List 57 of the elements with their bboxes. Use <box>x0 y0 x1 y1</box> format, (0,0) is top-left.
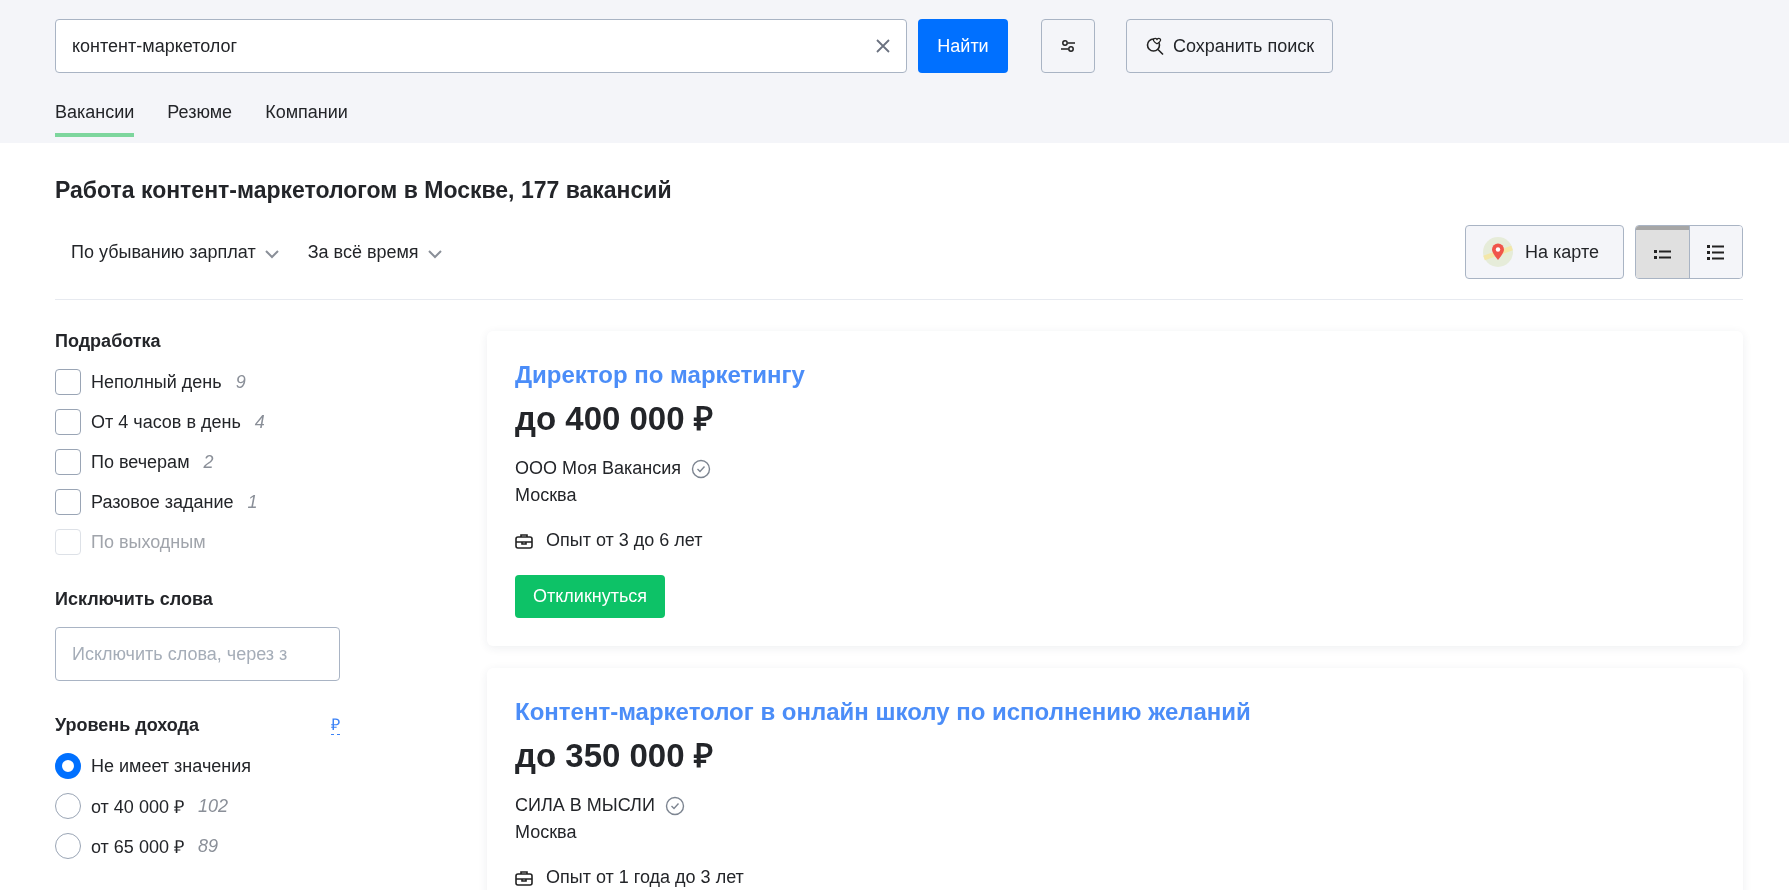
filters-button[interactable] <box>1041 19 1095 73</box>
list-icon <box>1707 244 1725 260</box>
option-label: Неполный день <box>91 371 222 393</box>
compact-list-icon <box>1653 247 1672 261</box>
company-name: ООО Моя Вакансия <box>515 458 681 479</box>
map-button[interactable]: На карте <box>1465 225 1624 279</box>
option-count: 1 <box>247 491 258 513</box>
sort-dropdown[interactable]: За всё время <box>307 241 443 263</box>
checkbox[interactable] <box>55 409 81 435</box>
tab[interactable]: Резюме <box>167 90 233 137</box>
option-label: от 40 000 ₽ <box>91 796 184 818</box>
checkbox[interactable] <box>55 449 81 475</box>
sort-dropdown[interactable]: По убыванию зарплат <box>71 241 280 263</box>
option-count: 2 <box>203 451 214 473</box>
search-field[interactable]: контент-маркетолог <box>55 19 907 73</box>
option-count: 9 <box>235 371 246 393</box>
salary: до 350 000 ₽ <box>515 736 714 776</box>
salary: до 400 000 ₽ <box>515 399 714 439</box>
option-label: Не имеет значения <box>91 755 252 777</box>
search-button[interactable]: Найти <box>918 19 1008 73</box>
briefcase-icon <box>515 532 533 549</box>
option-label: От 4 часов в день <box>91 411 241 433</box>
city: Москва <box>515 822 578 843</box>
option-count: 4 <box>254 411 265 433</box>
magnifier-heart-icon <box>1145 36 1165 56</box>
chevron-down-icon <box>426 249 443 259</box>
radio-button[interactable] <box>55 833 81 859</box>
currency-link[interactable]: ₽ <box>331 716 340 735</box>
view-toggle-button[interactable] <box>1689 226 1742 278</box>
checkbox[interactable] <box>55 369 81 395</box>
option-label: По вечерам <box>91 451 190 473</box>
tab[interactable]: Вакансии <box>55 90 135 137</box>
checkbox[interactable] <box>55 489 81 515</box>
experience-text: Опыт от 1 года до 3 лет <box>546 867 744 888</box>
sliders-icon <box>1060 38 1076 54</box>
option-label: Разовое задание <box>91 491 234 513</box>
company-name: СИЛА В МЫСЛИ <box>515 795 655 816</box>
page-heading: Работа контент-маркетологом в Москве, 177 вакансий <box>55 176 673 205</box>
map-pin-icon <box>1482 236 1514 268</box>
city: Москва <box>515 485 578 506</box>
radio-button[interactable] <box>55 753 81 779</box>
option-label: По выходным <box>91 531 206 553</box>
option-count: 102 <box>197 795 228 817</box>
tab[interactable]: Компании <box>265 90 348 137</box>
exclude-words-field[interactable]: Исключить слова, через з <box>55 627 340 681</box>
view-toggle-button[interactable] <box>1636 226 1689 278</box>
filter-heading: Исключить слова <box>55 589 214 610</box>
chevron-down-icon <box>263 249 280 259</box>
radio-button[interactable] <box>55 793 81 819</box>
close-icon <box>875 38 891 54</box>
filter-heading: Подработка <box>55 331 162 352</box>
option-label: от 65 000 ₽ <box>91 836 184 858</box>
filter-heading: Уровень дохода <box>55 715 199 736</box>
briefcase-icon <box>515 869 533 886</box>
save-search-button[interactable]: Сохранить поиск <box>1126 19 1334 73</box>
experience-text: Опыт от 3 до 6 лет <box>546 530 703 551</box>
option-count: 89 <box>197 835 218 857</box>
